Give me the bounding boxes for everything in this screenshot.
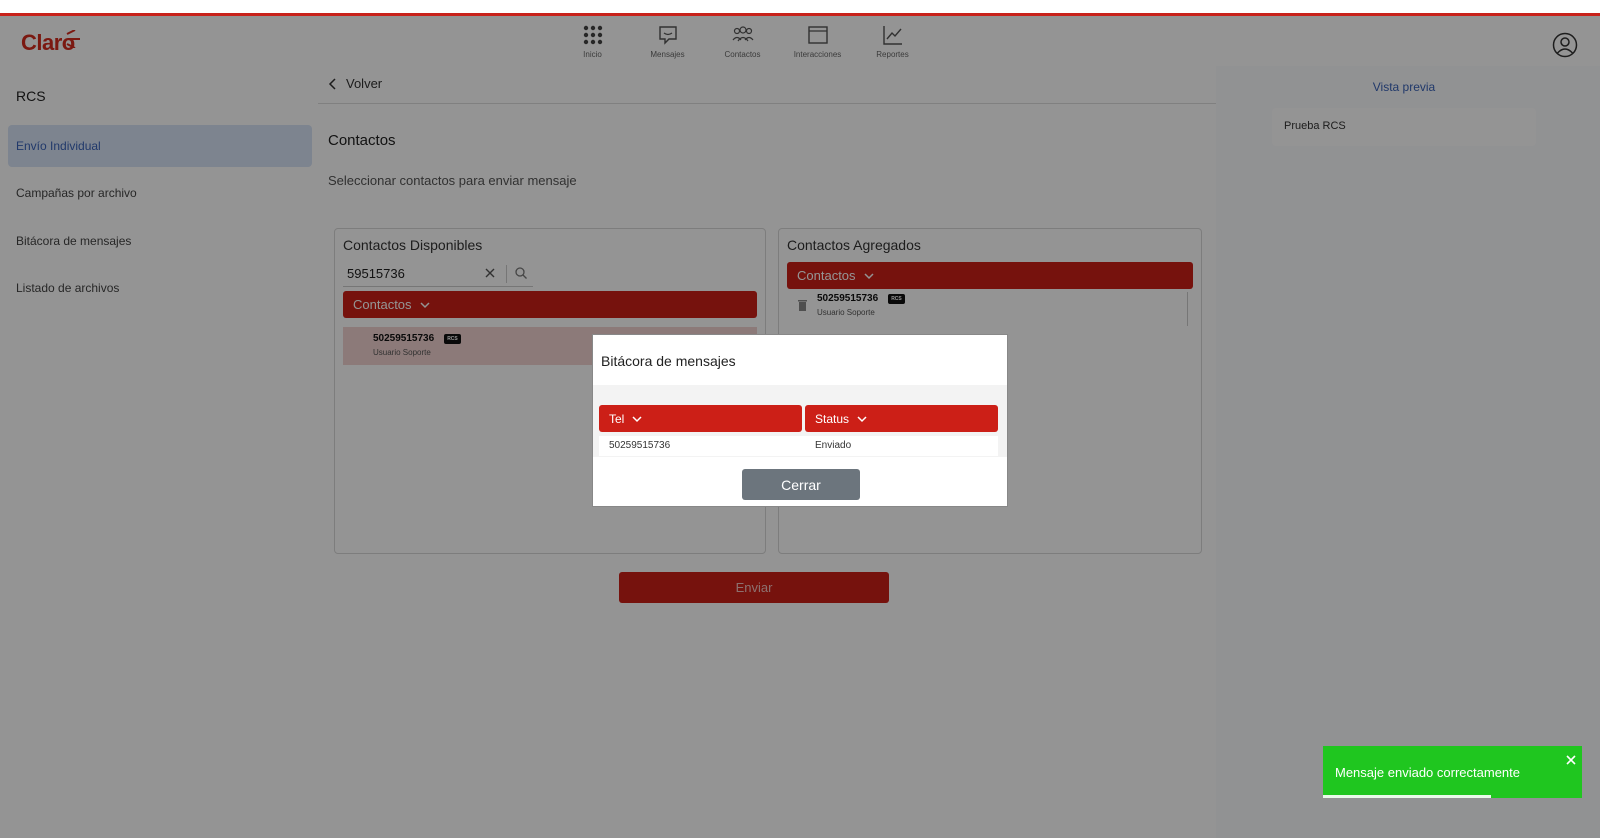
close-icon[interactable] bbox=[1566, 755, 1576, 765]
column-label: Tel bbox=[609, 411, 625, 426]
message-log-modal: Bitácora de mensajes Tel Status 50259515… bbox=[592, 334, 1008, 507]
table-row: 50259515736 Enviado bbox=[599, 436, 998, 456]
cell-status: Enviado bbox=[815, 440, 852, 451]
column-label: Status bbox=[815, 411, 850, 426]
cell-tel: 50259515736 bbox=[609, 440, 671, 451]
toast-progress-bar bbox=[1323, 795, 1492, 798]
modal-title: Bitácora de mensajes bbox=[601, 353, 736, 369]
chevron-down-icon bbox=[857, 415, 867, 422]
column-header-status[interactable]: Status bbox=[805, 405, 998, 432]
success-toast: Mensaje enviado correctamente bbox=[1323, 746, 1582, 798]
chevron-down-icon bbox=[632, 415, 642, 422]
toast-message: Mensaje enviado correctamente bbox=[1335, 765, 1520, 780]
page: Claro Inicio Mensajes Contactos Interacc… bbox=[0, 0, 1600, 838]
modal-table: Tel Status 50259515736 Enviado bbox=[593, 385, 1007, 457]
close-modal-button[interactable]: Cerrar bbox=[742, 469, 860, 500]
column-header-tel[interactable]: Tel bbox=[599, 405, 802, 432]
